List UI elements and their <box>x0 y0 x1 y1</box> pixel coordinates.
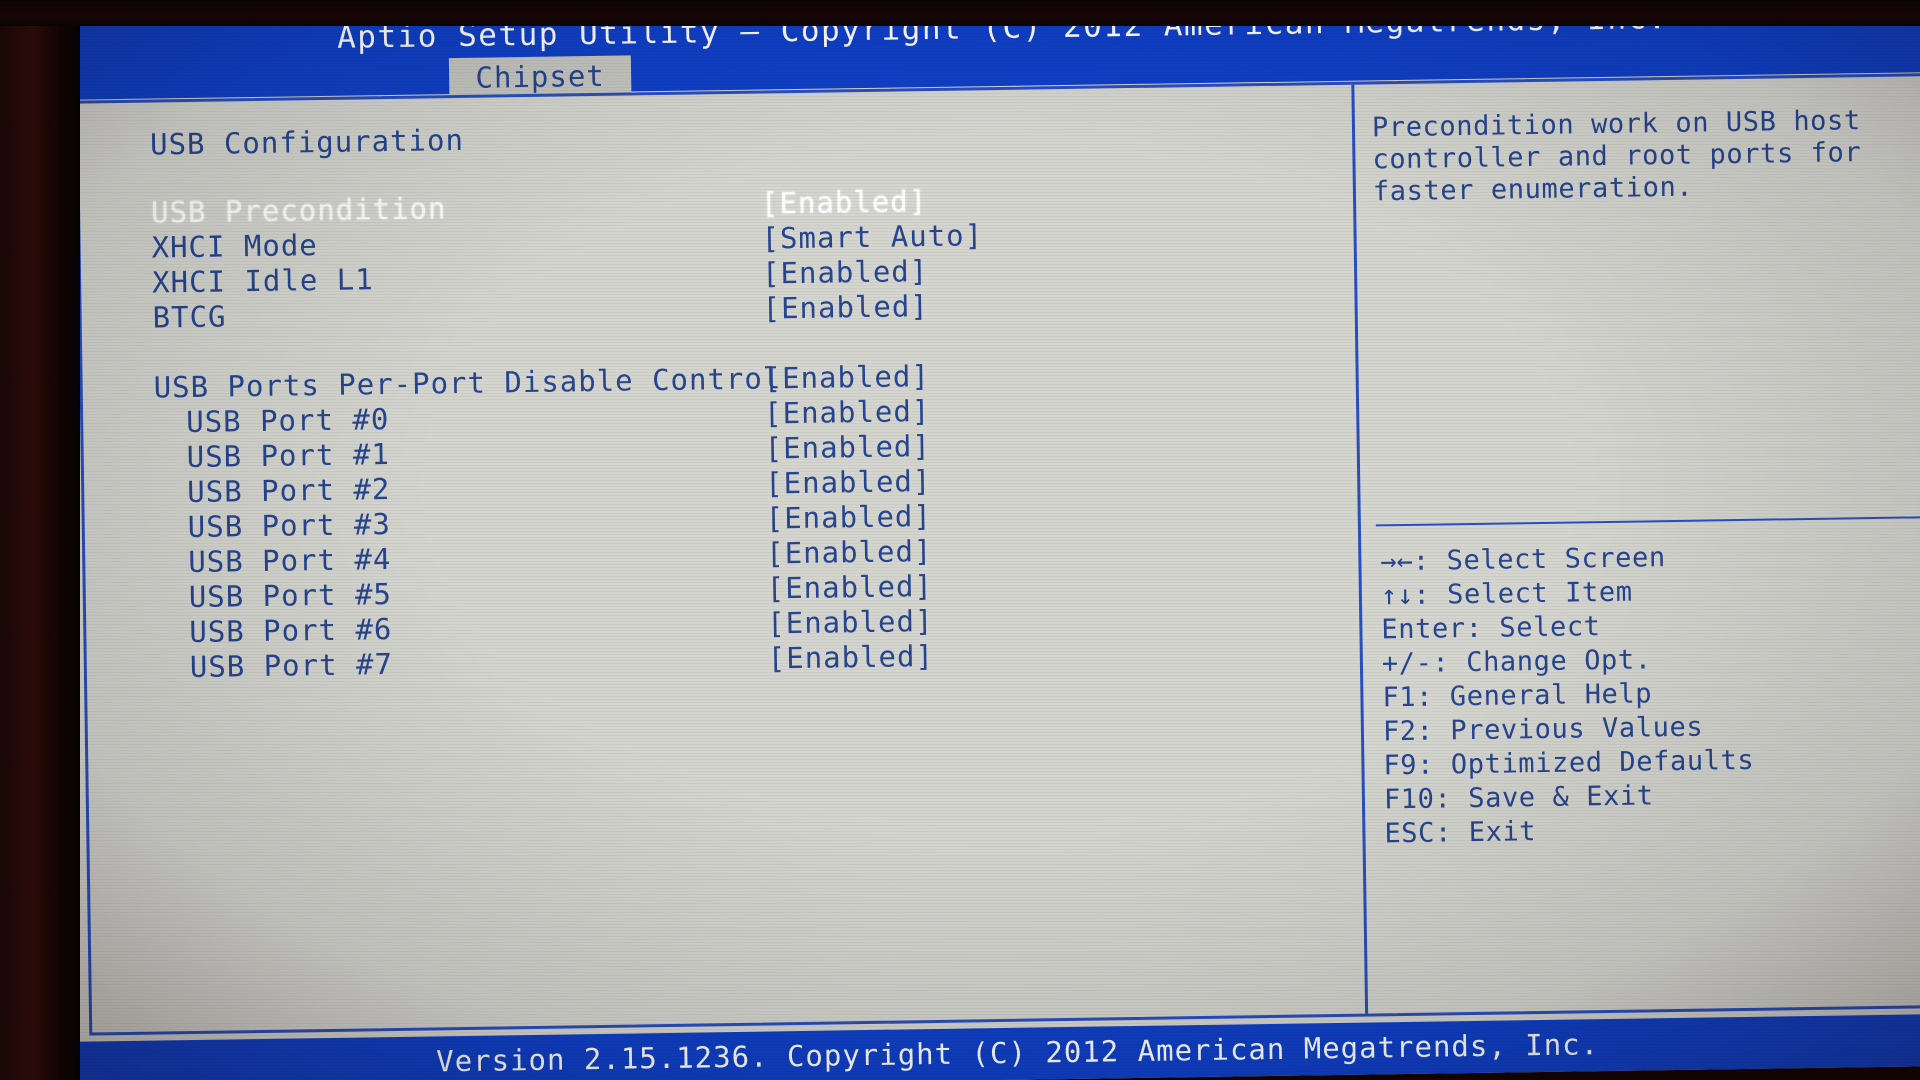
setting-value[interactable]: [Enabled] <box>761 184 928 220</box>
arrow-keys-icon: →← <box>1380 545 1414 578</box>
setting-label: USB Precondition <box>150 191 447 230</box>
key-name: Enter <box>1381 613 1466 646</box>
setting-label: XHCI Idle L1 <box>151 262 374 300</box>
setting-label: USB Port #5 <box>188 577 393 615</box>
setting-value[interactable]: [Enabled] <box>768 639 935 675</box>
setting-value[interactable]: [Enabled] <box>765 499 932 535</box>
setting-value[interactable]: [Enabled] <box>764 429 931 465</box>
setting-value[interactable]: [Enabled] <box>762 254 929 290</box>
key-name: +/- <box>1381 647 1433 680</box>
key-action: Select <box>1499 611 1601 644</box>
key-action: Previous Values <box>1450 711 1704 747</box>
key-separator: : <box>1465 612 1500 645</box>
bios-screen: Aptio Setup Utility – Copyright (C) 2012… <box>52 0 1920 1080</box>
key-separator: : <box>1434 817 1469 849</box>
key-action: Save & Exit <box>1468 780 1654 815</box>
settings-list: USB Configuration USB Precondition [Enabl… <box>150 110 1338 685</box>
key-separator: : <box>1416 715 1451 747</box>
setting-label: USB Port #3 <box>187 507 392 545</box>
setting-label: USB Port #4 <box>188 542 392 580</box>
setting-value[interactable]: [Enabled] <box>762 289 929 325</box>
setting-label: USB Port #1 <box>186 437 391 475</box>
setting-value[interactable]: [Enabled] <box>765 464 932 500</box>
key-action: Change Opt. <box>1465 644 1652 679</box>
key-name: F10 <box>1383 783 1435 816</box>
setting-label: USB Port #6 <box>189 612 393 650</box>
setting-label: USB Port #2 <box>187 472 391 510</box>
key-name: F1 <box>1382 681 1417 714</box>
key-separator: : <box>1432 647 1467 679</box>
key-action: General Help <box>1449 678 1653 713</box>
setting-label: XHCI Mode <box>151 228 318 265</box>
setting-value[interactable]: [Enabled] <box>763 359 930 395</box>
setting-label: USB Port #0 <box>185 402 390 440</box>
setting-value[interactable]: [Enabled] <box>764 394 931 430</box>
setting-value[interactable]: [Enabled] <box>767 604 934 640</box>
setting-value[interactable]: [Smart Auto] <box>761 218 983 255</box>
setting-label: USB Port #7 <box>189 647 394 685</box>
key-separator: : <box>1413 579 1448 611</box>
key-action: Exit <box>1468 816 1537 849</box>
key-action: Optimized Defaults <box>1450 744 1755 781</box>
key-name: ESC <box>1384 817 1436 850</box>
key-action: Select Screen <box>1446 542 1666 577</box>
key-legend-lines: →←: Select Screen ↑↓: Select Item Enter: S… <box>1380 538 1920 852</box>
monitor-photo: Aptio Setup Utility – Copyright (C) 2012… <box>0 0 1920 1080</box>
arrow-keys-icon: ↑↓ <box>1380 579 1414 612</box>
monitor-bezel-top <box>0 0 1920 26</box>
key-separator: : <box>1416 749 1452 781</box>
setting-label: BTCG <box>152 299 227 335</box>
setting-value[interactable]: [Enabled] <box>766 569 933 605</box>
tab-chipset[interactable]: Chipset <box>448 55 632 99</box>
settings-rows: USB Precondition [Enabled] XHCI Mode [Smart… <box>151 178 1338 685</box>
key-name: F9 <box>1383 749 1418 782</box>
key-name: F2 <box>1382 715 1417 748</box>
help-description: Precondition work on USB host controller… <box>1371 104 1879 208</box>
key-separator: : <box>1434 783 1469 815</box>
setting-value[interactable]: [Enabled] <box>766 534 933 570</box>
key-action: Select Item <box>1446 576 1633 611</box>
monitor-bezel-left <box>0 0 80 1080</box>
screen-area: Aptio Setup Utility – Copyright (C) 2012… <box>52 0 1920 1080</box>
key-separator: : <box>1412 545 1447 577</box>
key-separator: : <box>1415 681 1451 713</box>
key-legend: →←: Select Screen ↑↓: Select Item Enter: S… <box>1380 538 1920 852</box>
